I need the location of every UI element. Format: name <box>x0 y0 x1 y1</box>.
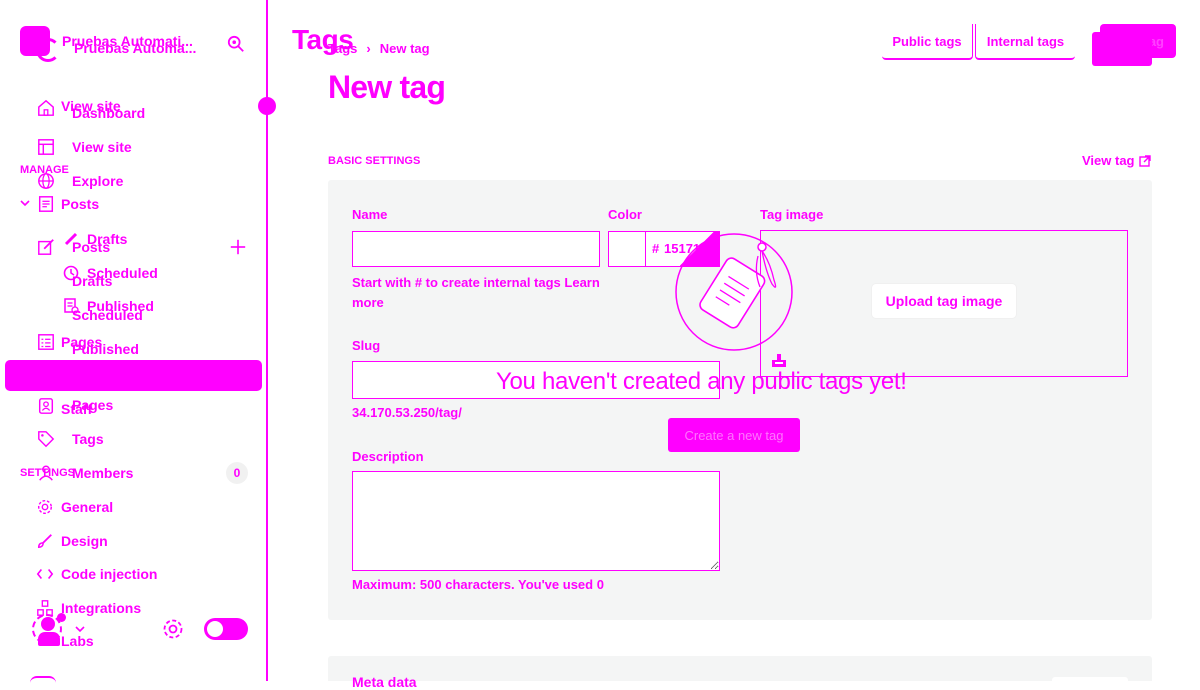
empty-state-message: You haven't created any public tags yet! <box>496 368 907 395</box>
create-new-tag-button[interactable]: Create a new tag <box>668 418 800 452</box>
members-count: 0 <box>233 466 241 480</box>
used-chars: 0 <box>596 577 604 592</box>
slug-url-preview: 34.170.53.250/tag/ <box>352 405 462 420</box>
avatar-status-dot <box>57 613 66 622</box>
nav-posts-b[interactable]: Posts <box>72 239 110 255</box>
dark-mode-toggle[interactable] <box>204 618 248 640</box>
nav-code-injection[interactable]: Code injection <box>61 566 157 582</box>
meta-data-panel <box>328 656 1152 681</box>
code-icon <box>36 565 54 583</box>
active-nav-highlight[interactable] <box>5 360 262 391</box>
staff-icon <box>37 397 55 415</box>
gear-icon <box>36 498 54 516</box>
nav-scheduled-b[interactable]: Scheduled <box>72 307 143 323</box>
nav-posts[interactable]: Posts <box>61 196 99 212</box>
tab-internal-tags[interactable]: Internal tags <box>975 24 1075 60</box>
globe-icon <box>37 172 55 190</box>
tag-image-label: Tag image <box>760 207 824 222</box>
members-icon <box>37 464 55 482</box>
members-count-badge: 0 <box>226 462 248 484</box>
sidebar: Pruebas Automati... Pruebas Automa... Vi… <box>0 0 268 681</box>
name-input[interactable] <box>352 231 600 267</box>
nav-tags[interactable]: Tags <box>72 431 104 447</box>
slug-label: Slug <box>352 338 381 353</box>
sidebar-footer-fragment <box>30 676 56 683</box>
home-icon <box>37 99 55 117</box>
nav-published-b[interactable]: Published <box>72 341 139 357</box>
nav-integrations[interactable]: Integrations <box>61 600 141 616</box>
chevron-down-icon[interactable] <box>19 197 31 209</box>
search-icon[interactable] <box>227 35 245 53</box>
breadcrumb-parent[interactable]: Tags <box>328 41 357 56</box>
meta-expand-button[interactable] <box>1052 677 1128 681</box>
description-textarea[interactable] <box>352 471 720 571</box>
breadcrumb-chevron-icon: › <box>366 41 371 56</box>
color-label: Color <box>608 207 642 222</box>
name-help: Start with # to create internal tags Lea… <box>352 275 600 310</box>
brush-icon <box>36 532 54 550</box>
add-post-icon[interactable] <box>229 238 247 256</box>
color-hash: # <box>652 241 660 256</box>
labs-icon <box>38 632 60 646</box>
edit-icon <box>37 238 55 256</box>
nav-drafts-b[interactable]: Drafts <box>72 273 112 289</box>
color-swatch[interactable] <box>609 232 646 266</box>
avatar-inner <box>41 617 55 631</box>
tag-icon <box>37 430 55 448</box>
site-logo-circle <box>36 38 60 62</box>
layout-icon <box>37 138 55 156</box>
settings-gear-icon[interactable] <box>162 618 184 640</box>
nav-members[interactable]: Members <box>72 465 133 481</box>
external-link-icon <box>1138 154 1151 167</box>
pages-icon <box>37 333 55 351</box>
page-title: New tag <box>328 69 446 105</box>
tab-public-tags[interactable]: Public tags <box>882 24 973 60</box>
view-tag-link[interactable]: View tag <box>1082 153 1151 168</box>
max-chars: 500 <box>419 577 442 592</box>
nav-view-site[interactable]: View site <box>72 139 132 155</box>
nav-labs[interactable]: Labs <box>61 633 94 649</box>
sidebar-resize-handle[interactable] <box>258 97 276 115</box>
breadcrumb: Tags › New tag <box>328 41 430 56</box>
empty-state-illustration <box>674 232 798 354</box>
image-upload-icon <box>772 353 786 367</box>
toggle-knob <box>207 621 223 637</box>
description-label: Description <box>352 449 424 464</box>
posts-icon <box>37 195 55 213</box>
char-counter: Maximum: 500 characters. You've used 0 <box>352 577 604 592</box>
name-label: Name <box>352 207 388 222</box>
upload-tag-image-button[interactable]: Upload tag image <box>872 284 1016 318</box>
meta-data-heading: Meta data <box>352 674 417 690</box>
nav-pages-b[interactable]: Pages <box>72 397 113 413</box>
breadcrumb-current: New tag <box>379 41 430 56</box>
nav-dashboard[interactable]: Dashboard <box>72 105 145 121</box>
site-title-overlap: Pruebas Automa... <box>74 40 197 56</box>
nav-design[interactable]: Design <box>61 533 108 549</box>
section-heading: BASIC SETTINGS <box>328 155 421 167</box>
save-button[interactable] <box>1092 32 1152 66</box>
nav-explore[interactable]: Explore <box>72 173 123 189</box>
nav-general[interactable]: General <box>61 499 113 515</box>
